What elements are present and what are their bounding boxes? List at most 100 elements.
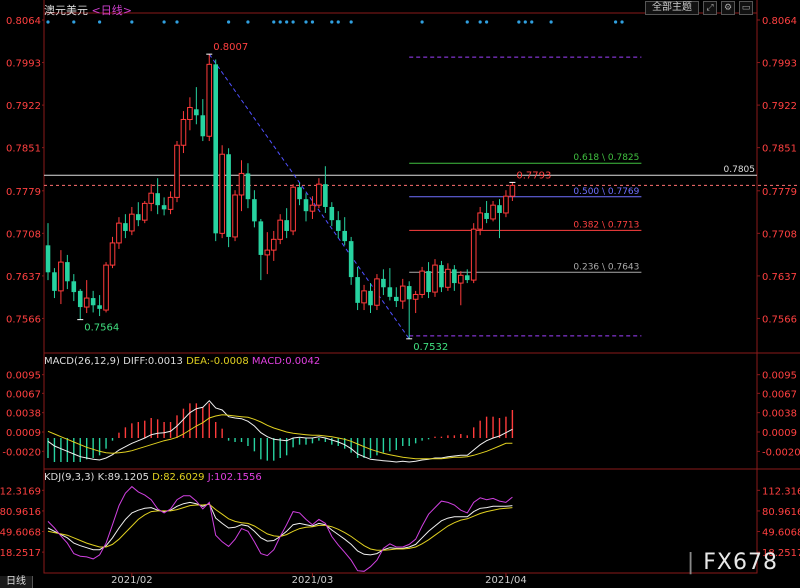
event-dot <box>272 20 276 24</box>
candle-body-down <box>381 278 386 288</box>
candle-body-up <box>83 297 90 308</box>
candle-body-up <box>419 270 425 295</box>
candle-body-up <box>116 222 122 244</box>
candle-body-down <box>200 115 206 137</box>
macd-axis-label-right: 0.0009 <box>762 428 797 439</box>
price-axis-label-left: 0.7993 <box>6 59 41 70</box>
candle-body-down <box>426 271 431 293</box>
event-dot <box>523 20 527 24</box>
kdj-axis-label-left: 80.9616 <box>0 507 41 518</box>
event-dot <box>349 20 353 24</box>
candle-body-down <box>52 272 57 291</box>
candle-body-up <box>148 192 154 204</box>
candle-body-up <box>316 183 322 206</box>
settings-icon[interactable]: ⚙ <box>721 1 735 15</box>
event-dot <box>285 20 289 24</box>
macd-axis-label-right: 0.0095 <box>762 371 797 382</box>
expand-icon[interactable]: ⤢ <box>703 1 717 15</box>
event-dot <box>336 20 340 24</box>
macd-axis-label-left: -0.0020 <box>2 447 41 458</box>
price-axis-label-left: 0.7922 <box>6 101 41 112</box>
candle-body-down <box>464 275 470 281</box>
chart-canvas[interactable]: 0.8064 0.8064 0.7993 0.7993 0.7922 0.7922 0.78… <box>0 0 800 588</box>
candle-body-up <box>374 278 380 306</box>
candle-body-up <box>361 290 367 304</box>
event-dot <box>478 20 482 24</box>
price-axis-label-right: 0.7779 <box>762 187 797 198</box>
candle-body-up <box>180 118 187 146</box>
kdj-axis-label-right: 80.9616 <box>762 507 800 518</box>
macd-macd-value: MACD:0.0042 <box>251 356 321 367</box>
candle-body-up <box>509 184 516 197</box>
price-axis-label-left: 0.7637 <box>6 272 41 283</box>
watermark-text: FX678 <box>703 550 778 575</box>
candle-body-down <box>45 245 51 273</box>
macd-axis-label-right: 0.0067 <box>762 389 797 400</box>
candle-body-up <box>206 63 213 137</box>
candle-body-down <box>297 187 302 200</box>
template-button[interactable]: 全部主题 <box>645 1 699 15</box>
kdj-title: KDJ(9,3,3) <box>44 472 95 483</box>
fib-level-label: 0.500 \ 0.7769 <box>573 187 639 197</box>
price-axis-label-left: 0.7779 <box>6 187 41 198</box>
candle-body-up <box>477 212 483 230</box>
candle-body-up <box>309 204 316 212</box>
event-dot <box>614 20 618 24</box>
price-axis-label-right: 0.7922 <box>762 101 797 112</box>
period-tab[interactable]: 日线 <box>0 576 33 588</box>
kdj-axis-label-left: 49.6068 <box>0 528 41 539</box>
fib-level-label: 0.382 \ 0.7713 <box>573 220 639 230</box>
chart-window: 0.8064 0.8064 0.7993 0.7993 0.7922 0.7922 0.78… <box>0 0 800 588</box>
event-dot <box>98 20 102 24</box>
candle-body-down <box>329 206 335 221</box>
price-axis-label-right: 0.7851 <box>762 144 797 155</box>
candle-body-down <box>155 193 160 206</box>
event-dot <box>291 20 295 24</box>
period-selector[interactable]: <日线> <box>92 4 132 17</box>
event-dot <box>227 20 231 24</box>
candle-body-up <box>445 268 451 288</box>
candle-body-up <box>270 238 277 251</box>
candle-body-up <box>458 274 464 284</box>
kdj-axis-label-left: 112.3169 <box>0 486 41 497</box>
event-dot <box>162 20 166 24</box>
price-axis-label-left: 0.7851 <box>6 144 41 155</box>
candle-body-down <box>452 269 457 284</box>
candle-body-down <box>252 199 257 222</box>
kdj-d-line <box>47 503 513 551</box>
event-dot <box>465 20 469 24</box>
candle-body-up <box>412 293 419 300</box>
event-dot <box>130 20 134 24</box>
price-axis-label-right: 0.7708 <box>762 229 797 240</box>
candle-body-up <box>432 264 438 293</box>
event-dot <box>304 20 308 24</box>
candle-body-up <box>103 264 109 311</box>
candle-body-down <box>71 281 77 293</box>
macd-axis-label-left: 0.0009 <box>6 428 41 439</box>
event-dot <box>310 20 315 24</box>
macd-axis-label-right: -0.0020 <box>762 447 800 458</box>
price-axis-label-right: 0.7566 <box>762 314 797 325</box>
candle-body-up <box>109 242 116 266</box>
candle-body-up <box>264 249 271 256</box>
window-icon[interactable]: ▭ <box>739 1 753 15</box>
event-dot <box>278 20 282 24</box>
event-dot <box>330 20 334 24</box>
event-dot <box>549 20 553 24</box>
candle-body-down <box>484 212 489 219</box>
event-dot <box>530 20 534 24</box>
candle-body-up <box>490 204 496 220</box>
candle-body-down <box>65 262 70 282</box>
event-dot <box>72 20 76 24</box>
macd-diff-value: DIFF:0.0013 <box>123 356 183 367</box>
macd-legend: MACD(26,12,9) DIFF:0.0013 DEA:-0.0008 MA… <box>44 356 320 367</box>
macd-axis-label-left: 0.0067 <box>6 389 41 400</box>
extreme-label: 0.7564 <box>84 323 119 334</box>
candle-body-down <box>368 290 373 306</box>
resistance-label: 0.7805 <box>724 165 756 175</box>
kdj-axis-label-left: 18.2517 <box>0 548 41 559</box>
price-axis-label-left: 0.7708 <box>6 229 41 240</box>
candle-body-up <box>219 153 225 234</box>
event-dot <box>620 20 624 24</box>
candle-body-up <box>238 172 245 196</box>
